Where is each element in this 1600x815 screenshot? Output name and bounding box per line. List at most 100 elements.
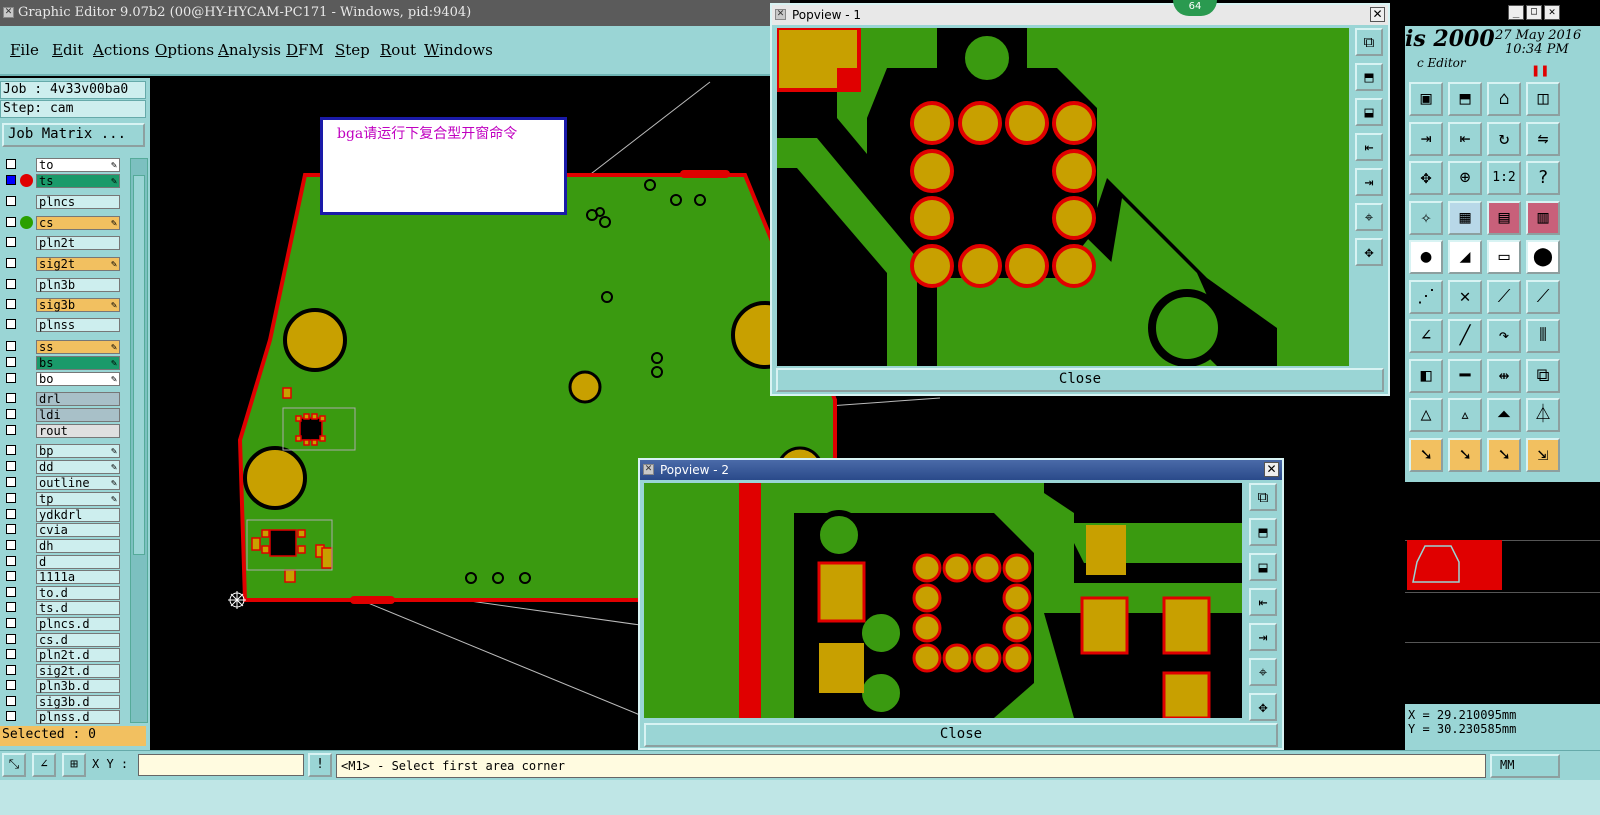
units-select[interactable]: MM <box>1490 754 1560 778</box>
align-icon[interactable]: ⫴ <box>1526 319 1560 353</box>
move-icon[interactable]: ✥ <box>1409 161 1443 195</box>
menu-actions[interactable]: Actions <box>93 41 149 59</box>
zoom-out-icon[interactable]: ⬓ <box>1249 553 1277 581</box>
popview-2-close-button[interactable]: Close <box>644 723 1278 747</box>
layer-checkbox[interactable] <box>6 461 16 471</box>
layer-checkbox[interactable] <box>6 299 16 309</box>
rotate-icon[interactable]: ↷ <box>1487 319 1521 353</box>
alert-icon[interactable]: ! <box>308 753 332 777</box>
layer-checkbox[interactable] <box>6 634 16 644</box>
layer-checkbox[interactable] <box>6 540 16 550</box>
popview-1-close-icon[interactable]: ✕ <box>1370 7 1385 22</box>
menu-rout[interactable]: Rout <box>380 41 416 59</box>
layer-row-dd[interactable]: dd ✎ <box>4 460 120 474</box>
layer-checkbox[interactable] <box>6 217 16 227</box>
layer-checkbox[interactable] <box>6 524 16 534</box>
layer-name[interactable]: plnss.d <box>36 710 120 724</box>
layer-row-bo[interactable]: bo ✎ <box>4 372 120 386</box>
layer-name[interactable]: ss ✎ <box>36 340 120 354</box>
layer-checkbox[interactable] <box>6 509 16 519</box>
popview-2-close-icon[interactable]: ✕ <box>1264 462 1279 477</box>
layer-checkbox[interactable] <box>6 373 16 383</box>
layer-name[interactable]: ts.d <box>36 601 120 615</box>
layer-row-tp[interactable]: tp ✎ <box>4 492 120 506</box>
shape-icon[interactable]: ◧ <box>1409 358 1443 393</box>
zoom-in-icon[interactable]: ⬒ <box>1249 518 1277 546</box>
layer-name[interactable]: pln2t <box>36 236 120 250</box>
menu-file[interactable]: File <box>10 41 39 59</box>
layer-row-ydkdrl[interactable]: ydkdrl <box>4 508 120 522</box>
layer-name[interactable]: d <box>36 555 120 569</box>
slash-icon[interactable]: ╱ <box>1448 319 1482 353</box>
layer-checkbox[interactable] <box>6 196 16 206</box>
wand-icon[interactable]: ✧ <box>1409 200 1443 235</box>
pan-icon[interactable]: ⊕ <box>1448 161 1482 195</box>
layer-row-ts[interactable]: ts ✎ <box>4 174 120 188</box>
pan-right-icon[interactable]: ⇥ <box>1249 623 1277 651</box>
layer-row-sig2t-d[interactable]: sig2t.d <box>4 664 120 678</box>
layer-name[interactable]: plncs <box>36 195 120 209</box>
scroll-thumb[interactable] <box>133 175 145 555</box>
layer-checkbox[interactable] <box>6 425 16 435</box>
zoom-fit-icon[interactable]: ⧉ <box>1249 483 1277 511</box>
layer-checkbox[interactable] <box>6 237 16 247</box>
loop-icon[interactable]: ↻ <box>1487 121 1521 156</box>
flip-icon[interactable]: ⇋ <box>1526 121 1560 156</box>
cross-icon[interactable]: ✕ <box>1448 279 1482 314</box>
export-icon[interactable]: ⇤ <box>1448 121 1482 156</box>
layer-name[interactable]: ldi <box>36 408 120 422</box>
layer-checkbox[interactable] <box>6 175 16 185</box>
layer-row-cs[interactable]: cs ✎ <box>4 216 120 230</box>
zoom-area-icon[interactable]: ⌖ <box>1355 203 1383 231</box>
layer-name[interactable]: bp ✎ <box>36 444 120 458</box>
layer-checkbox[interactable] <box>6 357 16 367</box>
popview-2-canvas[interactable] <box>644 483 1242 718</box>
layer-checkbox[interactable] <box>6 258 16 268</box>
layer-row-cs-d[interactable]: cs.d <box>4 633 120 647</box>
layer-row-plncs-d[interactable]: plncs.d <box>4 617 120 631</box>
layer-name[interactable]: ydkdrl <box>36 508 120 522</box>
measure-icon[interactable]: ∠ <box>32 753 56 777</box>
layer-row-to-d[interactable]: to.d <box>4 586 120 600</box>
menu-analysis[interactable]: Analysis <box>218 41 281 59</box>
layer-checkbox[interactable] <box>6 279 16 289</box>
layer-name[interactable]: bs ✎ <box>36 356 120 370</box>
pan-right-icon[interactable]: ⇥ <box>1355 168 1383 196</box>
layer-row-bp[interactable]: bp ✎ <box>4 444 120 458</box>
layer-row-sig2t[interactable]: sig2t ✎ <box>4 257 120 271</box>
zoom-fit-icon[interactable]: ⧉ <box>1355 28 1383 56</box>
xy-input[interactable] <box>138 754 304 776</box>
layer-row-plncs[interactable]: plncs <box>4 195 120 209</box>
layer-row-pln2t-d[interactable]: pln2t.d <box>4 648 120 662</box>
popview-2-title-bar[interactable]: ✕ Popview - 2 ✕ <box>640 460 1282 480</box>
layer-checkbox[interactable] <box>6 477 16 487</box>
home-icon[interactable]: ▣ <box>1409 82 1443 116</box>
layer-checkbox[interactable] <box>6 159 16 169</box>
layer-checkbox[interactable] <box>6 556 16 566</box>
scale-icon[interactable]: 1:2 <box>1487 161 1521 195</box>
tri1-icon[interactable]: △ <box>1409 398 1443 432</box>
layer-name[interactable]: plnss <box>36 318 120 332</box>
copy-icon[interactable]: ⧉ <box>1526 358 1560 393</box>
layer-name[interactable]: to ✎ <box>36 158 120 172</box>
maximize-icon[interactable]: □ <box>1526 5 1542 20</box>
hline-icon[interactable]: ━ <box>1448 358 1482 393</box>
grid-icon[interactable]: ▦ <box>1448 200 1482 235</box>
layer-name[interactable]: cvia <box>36 523 120 537</box>
popview-2-window[interactable]: ✕ Popview - 2 ✕ ⧉ ⬒ ⬓ ⇤ ⇥ ⌖ ✥ Close <box>638 458 1284 750</box>
layer-row-ts-d[interactable]: ts.d <box>4 601 120 615</box>
layer-row-d[interactable]: d <box>4 555 120 569</box>
popview-1-close-button[interactable]: Close <box>776 368 1384 392</box>
help-icon[interactable]: ? <box>1526 161 1560 195</box>
layer-row-plnss[interactable]: plnss <box>4 318 120 332</box>
menu-edit[interactable]: Edit <box>52 41 83 59</box>
layer-row-drl[interactable]: drl <box>4 392 120 406</box>
layer-row-rout[interactable]: rout <box>4 424 120 438</box>
segment-icon[interactable]: ⟋ <box>1487 279 1521 314</box>
ruler-icon[interactable]: ▭ <box>1487 240 1521 274</box>
layer-row-pln3b[interactable]: pln3b <box>4 278 120 292</box>
angle-icon[interactable]: ∠ <box>1409 319 1443 353</box>
minimize-icon[interactable]: _ <box>1508 5 1524 20</box>
layer-name[interactable]: sig2t ✎ <box>36 257 120 271</box>
layer-checkbox[interactable] <box>6 618 16 628</box>
